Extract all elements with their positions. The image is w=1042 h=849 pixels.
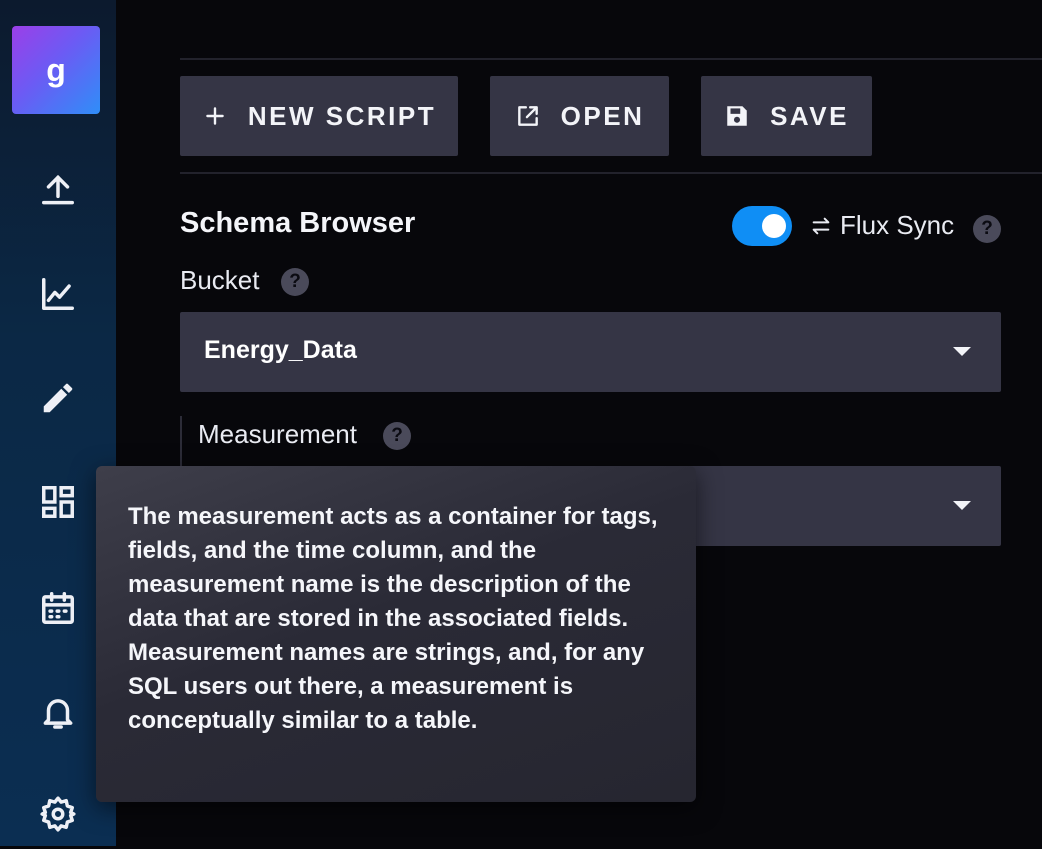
nav-notebooks[interactable] <box>0 363 116 433</box>
bucket-value: Energy_Data <box>204 336 357 364</box>
bell-icon <box>43 699 73 729</box>
measurement-help-icon[interactable]: ? <box>383 422 411 450</box>
pencil-icon <box>43 383 73 413</box>
bucket-label: Bucket <box>180 265 260 295</box>
caret-down-icon <box>953 501 971 510</box>
open-label: OPEN <box>560 100 645 131</box>
dashboards-icon <box>42 486 74 518</box>
bucket-dropdown[interactable]: Energy_Data <box>180 312 1001 392</box>
sync-arrows-icon <box>812 217 830 234</box>
open-button[interactable]: OPEN <box>490 76 669 156</box>
graph-icon <box>42 278 74 310</box>
calendar-icon <box>42 592 74 624</box>
toolbar-divider <box>180 172 1042 174</box>
external-link-icon <box>515 103 541 129</box>
org-avatar[interactable]: g <box>12 26 100 114</box>
top-divider <box>180 58 1042 60</box>
floppy-disk-icon <box>724 103 750 129</box>
caret-down-icon <box>953 347 971 356</box>
nav-data-explorer[interactable] <box>0 259 116 329</box>
upload-icon <box>42 174 74 205</box>
flux-sync-help-icon[interactable]: ? <box>973 215 1001 243</box>
save-button[interactable]: SAVE <box>701 76 872 156</box>
measurement-tooltip: The measurement acts as a container for … <box>96 466 696 802</box>
gear-icon <box>40 796 76 832</box>
plus-icon <box>202 103 228 129</box>
flux-sync-label: Flux Sync <box>840 210 955 240</box>
tooltip-text: The measurement acts as a container for … <box>128 503 658 734</box>
toggle-knob <box>762 214 786 238</box>
flux-sync: Flux Sync <box>810 210 954 241</box>
measurement-label: Measurement <box>198 419 357 449</box>
schema-browser-title: Schema Browser <box>180 207 416 239</box>
new-script-button[interactable]: NEW SCRIPT <box>180 76 458 156</box>
measurement-indent-line <box>180 416 182 466</box>
nav-load-data[interactable] <box>0 155 116 225</box>
save-label: SAVE <box>770 100 849 131</box>
new-script-label: NEW SCRIPT <box>247 100 437 131</box>
bucket-help-icon[interactable]: ? <box>281 268 309 296</box>
flux-sync-toggle[interactable] <box>732 206 792 246</box>
